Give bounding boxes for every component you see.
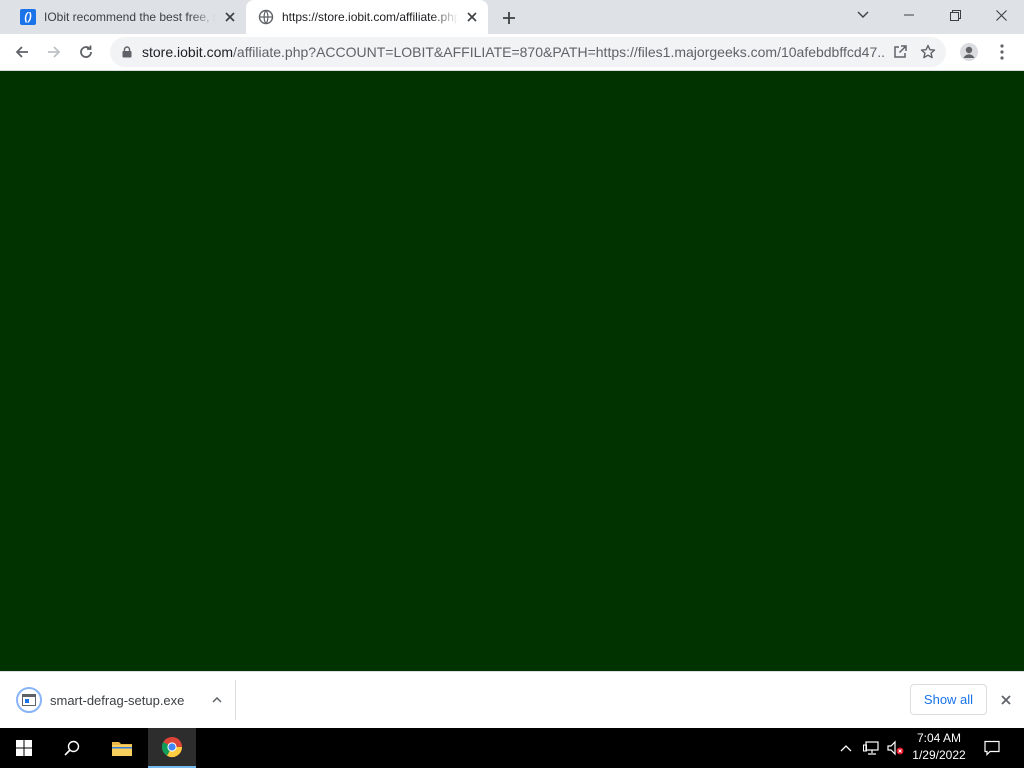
file-explorer-button[interactable]: [98, 728, 146, 768]
start-button[interactable]: [0, 728, 48, 768]
back-button[interactable]: [8, 38, 36, 66]
browser-toolbar: store.iobit.com/affiliate.php?ACCOUNT=LO…: [0, 34, 1024, 71]
minimize-button[interactable]: [886, 0, 932, 30]
url-host: store.iobit.com: [142, 44, 234, 60]
tray-overflow-icon[interactable]: [836, 728, 856, 768]
new-tab-button[interactable]: [497, 6, 521, 30]
network-icon[interactable]: [860, 728, 884, 768]
tab-strip: () IObit recommend the best free, safe h…: [0, 0, 1024, 34]
tab-iobit[interactable]: () IObit recommend the best free, safe: [8, 0, 246, 34]
close-tab-icon[interactable]: [464, 9, 480, 25]
restore-button[interactable]: [932, 0, 978, 30]
show-all-button[interactable]: Show all: [910, 684, 987, 715]
globe-icon: [258, 9, 274, 25]
forward-button[interactable]: [40, 38, 68, 66]
tab-title: https://store.iobit.com/affiliate.php: [282, 10, 458, 24]
address-bar[interactable]: store.iobit.com/affiliate.php?ACCOUNT=LO…: [110, 37, 946, 67]
windows-logo-icon: [16, 740, 32, 756]
windows-taskbar: 7:04 AM 1/29/2022: [0, 728, 1024, 768]
system-clock[interactable]: 7:04 AM 1/29/2022: [904, 730, 974, 766]
tab-affiliate[interactable]: https://store.iobit.com/affiliate.php: [246, 0, 488, 34]
url-text: store.iobit.com/affiliate.php?ACCOUNT=LO…: [142, 44, 886, 60]
action-center-icon[interactable]: [980, 728, 1004, 768]
installer-file-icon: [16, 687, 42, 713]
close-tab-icon[interactable]: [222, 9, 238, 25]
chevron-up-icon[interactable]: [205, 688, 229, 712]
share-icon[interactable]: [886, 38, 914, 66]
chrome-taskbar-button[interactable]: [148, 728, 196, 768]
clock-time: 7:04 AM: [916, 731, 962, 745]
download-shelf: smart-defrag-setup.exe Show all: [0, 671, 1024, 727]
tab-title: IObit recommend the best free, safe: [44, 10, 216, 24]
search-button[interactable]: [48, 728, 96, 768]
clock-date: 1/29/2022: [912, 748, 966, 762]
search-icon: [64, 740, 80, 756]
page-content: [0, 71, 1024, 671]
menu-kebab-icon[interactable]: [988, 38, 1016, 66]
download-item[interactable]: smart-defrag-setup.exe: [8, 680, 236, 720]
profile-avatar-icon[interactable]: [955, 38, 983, 66]
lock-icon[interactable]: [120, 45, 134, 59]
close-shelf-icon[interactable]: [994, 688, 1018, 712]
bookmark-star-icon[interactable]: [914, 38, 942, 66]
url-path: /affiliate.php?ACCOUNT=LOBIT&AFFILIATE=8…: [233, 44, 886, 60]
tab-search-button[interactable]: [840, 0, 886, 30]
reload-button[interactable]: [72, 38, 100, 66]
iobit-icon: (): [20, 9, 36, 25]
download-filename: smart-defrag-setup.exe: [50, 692, 185, 708]
folder-icon: [112, 742, 132, 756]
chrome-icon: [161, 737, 183, 758]
close-window-button[interactable]: [978, 0, 1024, 30]
